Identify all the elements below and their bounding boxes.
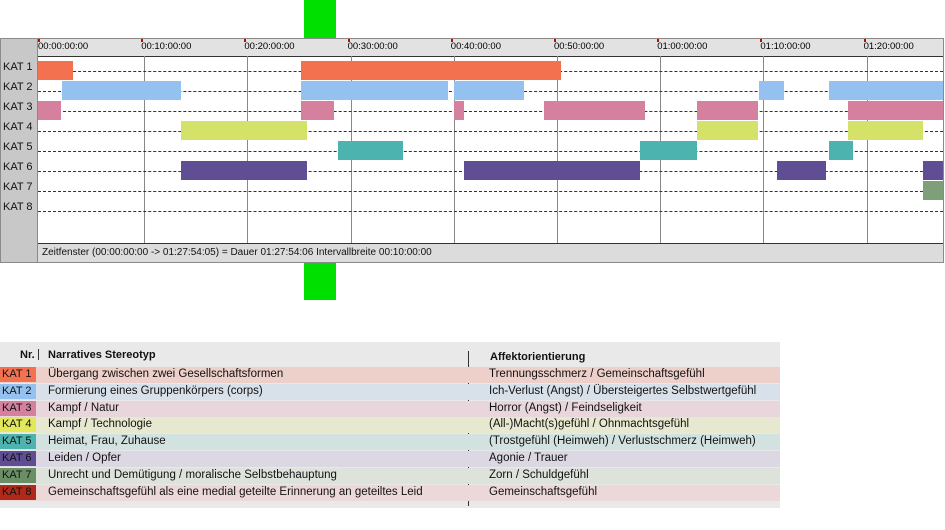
legend-row-kat-2: KAT 2 Formierung eines Gruppenkörpers (co…	[0, 383, 780, 400]
segment-bar-kat-3[interactable]	[697, 101, 759, 120]
ruler-tick-label: 00:20:00:00	[244, 41, 295, 52]
legend-stereotype: Übergang zwischen zwei Gesellschaftsform…	[48, 368, 284, 380]
category-label-column: KAT 1 KAT 2 KAT 3 KAT 4 KAT 5 KAT 6 KAT 7 KAT 8	[1, 39, 38, 262]
time-ruler: 00:00:00:00 00:10:00:00 00:20:00:00 00:30:0…	[38, 39, 943, 57]
legend-stereotype: Formierung eines Gruppenkörpers (corps)	[48, 384, 263, 397]
legend-stereotype: Kampf / Technologie	[48, 418, 152, 431]
segment-bar-kat-1[interactable]	[301, 61, 562, 80]
legend-header-nr: Nr.	[20, 349, 35, 361]
segment-bar-kat-2[interactable]	[828, 81, 943, 100]
row-label-kat-6: KAT 6	[3, 161, 33, 173]
legend-row-kat-8: KAT 8 Gemeinschaftsgefühl als eine medial…	[0, 484, 780, 501]
legend-affect: Trennungsschmerz / Gemeinschaftsgefühl	[489, 368, 705, 380]
legend-stereotype: Leiden / Opfer	[48, 452, 121, 464]
legend-affect: Agonie / Trauer	[489, 452, 568, 464]
legend-badge: KAT 7	[0, 467, 36, 483]
segment-bar-kat-6[interactable]	[464, 161, 640, 180]
legend-stereotype: Kampf / Natur	[48, 401, 119, 414]
legend-row-kat-5: KAT 5 Heimat, Frau, Zuhause (Trostgefühl (…	[0, 434, 780, 451]
segment-bar-kat-2[interactable]	[301, 81, 448, 100]
interval-gridline	[247, 56, 249, 243]
row-label-kat-1: KAT 1	[3, 61, 33, 73]
legend-stereotype: Heimat, Frau, Zuhause	[48, 435, 166, 448]
legend-badge: KAT 4	[0, 417, 36, 433]
row-baseline	[38, 131, 943, 132]
segment-bar-kat-3[interactable]	[38, 101, 61, 120]
ruler-tick-label: 01:00:00:00	[657, 41, 708, 52]
interval-gridline	[557, 56, 558, 243]
segment-bar-kat-4[interactable]	[848, 121, 924, 140]
segment-bar-kat-4[interactable]	[181, 121, 308, 140]
time-cursor-marker-top[interactable]	[304, 0, 336, 38]
legend-affect: (All-)Macht(s)gefühl / Ohnmachtsgefühl	[489, 418, 690, 431]
time-cursor-marker-bottom[interactable]	[304, 263, 336, 300]
ruler-tick-label: 00:00:00:00	[38, 41, 89, 52]
legend-stereotype: Gemeinschaftsgefühl als eine medial gete…	[48, 485, 423, 498]
legend-row-kat-4: KAT 4 Kampf / Technologie (All-)Macht(s)ge…	[0, 417, 780, 434]
row-label-kat-2: KAT 2	[3, 81, 33, 93]
row-label-kat-4: KAT 4	[3, 121, 33, 133]
legend-badge: KAT 6	[0, 451, 36, 466]
segment-bar-kat-6[interactable]	[923, 161, 943, 180]
legend-affect: Ich-Verlust (Angst) / Übersteigertes Sel…	[489, 384, 757, 397]
row-baseline	[38, 151, 943, 152]
timeline-panel: KAT 1 KAT 2 KAT 3 KAT 4 KAT 5 KAT 6 KAT 7 KAT 8…	[0, 38, 944, 263]
segment-bar-kat-2[interactable]	[453, 81, 525, 100]
row-baseline	[38, 211, 943, 212]
segment-bar-kat-6[interactable]	[181, 161, 308, 180]
legend-badge: KAT 8	[0, 484, 36, 500]
category-legend-table: Nr. Narratives Stereotyp Affektorientier…	[0, 342, 780, 508]
legend-header-stereotype: Narratives Stereotyp	[48, 349, 156, 361]
segment-bar-kat-2[interactable]	[61, 81, 182, 100]
legend-row-kat-6: KAT 6 Leiden / Opfer Agonie / Trauer	[0, 451, 780, 467]
status-bar: Zeitfenster (00:00:00:00 -> 01:27:54:05)…	[38, 243, 943, 262]
segment-bar-kat-3[interactable]	[301, 101, 335, 120]
segment-bar-kat-3[interactable]	[453, 101, 465, 120]
row-label-kat-3: KAT 3	[3, 101, 33, 113]
legend-row-kat-1: KAT 1 Übergang zwischen zwei Gesellschaft…	[0, 367, 780, 383]
segment-bar-kat-3[interactable]	[848, 101, 943, 120]
legend-affect: Zorn / Schuldgefühl	[489, 468, 589, 481]
legend-badge: KAT 5	[0, 434, 36, 450]
legend-stereotype: Unrecht und Demütigung / moralische Selb…	[48, 468, 337, 481]
segment-bar-kat-3[interactable]	[543, 101, 645, 120]
ruler-tick-label: 01:10:00:00	[760, 41, 811, 52]
row-label-kat-8: KAT 8	[3, 201, 33, 213]
segment-bar-kat-2[interactable]	[759, 81, 785, 100]
legend-row-kat-7: KAT 7 Unrecht und Demütigung / moralische…	[0, 467, 780, 484]
legend-badge: KAT 1	[0, 367, 36, 382]
segment-bar-kat-5[interactable]	[828, 141, 854, 160]
segment-bar-kat-1[interactable]	[38, 61, 74, 80]
ruler-tick-label: 00:40:00:00	[450, 41, 501, 52]
legend-row-kat-3: KAT 3 Kampf / Natur Horror (Angst) / Feind…	[0, 400, 780, 417]
segment-bar-kat-7[interactable]	[923, 181, 943, 200]
legend-affect: (Trostgefühl (Heimweh) / Verlustschmerz …	[489, 435, 756, 448]
ruler-tick-label: 00:50:00:00	[554, 41, 605, 52]
row-baseline	[38, 111, 943, 112]
segment-bar-kat-5[interactable]	[338, 141, 404, 160]
legend-affect: Gemeinschaftsgefühl	[489, 485, 598, 498]
legend-badge: KAT 2	[0, 383, 36, 399]
ruler-tick-label: 00:10:00:00	[141, 41, 192, 52]
row-label-kat-7: KAT 7	[3, 181, 33, 193]
legend-header-affect: Affektorientierung	[490, 351, 586, 363]
ruler-tick-label: 00:30:00:00	[347, 41, 398, 52]
ruler-tick-label: 01:20:00:00	[863, 41, 914, 52]
row-label-kat-5: KAT 5	[3, 141, 33, 153]
row-baseline	[38, 191, 943, 192]
legend-badge: KAT 3	[0, 400, 36, 416]
segment-bar-kat-6[interactable]	[776, 161, 827, 180]
legend-affect: Horror (Angst) / Feindseligkeit	[489, 401, 642, 414]
segment-bar-kat-4[interactable]	[697, 121, 759, 140]
segment-bar-kat-5[interactable]	[639, 141, 698, 160]
legend-nr-divider	[38, 349, 39, 360]
